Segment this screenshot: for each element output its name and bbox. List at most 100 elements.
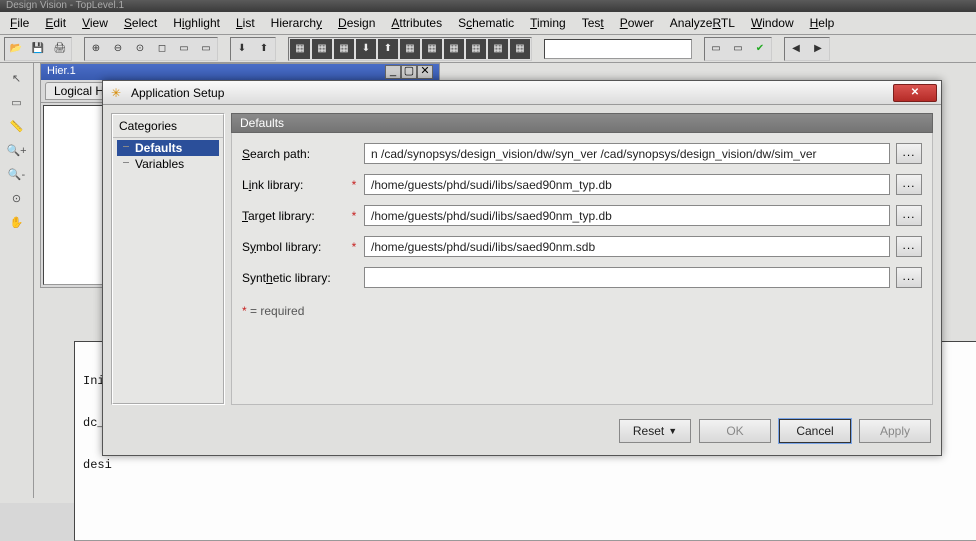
menu-analyzertl[interactable]: AnalyzeRTL xyxy=(664,14,741,32)
menu-design[interactable]: Design xyxy=(332,14,381,32)
cancel-button[interactable]: Cancel xyxy=(779,419,851,443)
warning-icon: ✳ xyxy=(111,86,125,100)
menu-bar: File Edit View Select Highlight List Hie… xyxy=(0,12,976,35)
hier-close-icon[interactable]: ✕ xyxy=(417,65,433,79)
menu-window[interactable]: Window xyxy=(745,14,800,32)
categories-panel: Categories Defaults Variables xyxy=(111,113,225,405)
row-target-library: Target library: * ... xyxy=(242,205,922,226)
fit-icon[interactable]: ⊙ xyxy=(6,187,28,209)
menu-edit[interactable]: Edit xyxy=(39,14,72,32)
synthetic-library-input[interactable] xyxy=(364,267,890,288)
select-icon[interactable]: ▭ xyxy=(6,91,28,113)
dialog-title-bar[interactable]: ✳ Application Setup ✕ xyxy=(103,81,941,105)
dark-i-icon[interactable]: ▦ xyxy=(466,39,486,59)
zoom-icon[interactable]: 🔍+ xyxy=(6,139,28,161)
log-line: desi xyxy=(83,458,976,472)
row-symbol-library: Symbol library: * ... xyxy=(242,236,922,257)
section-body: Search path: ... Link library: * ... Tar… xyxy=(231,133,933,405)
dark-c-icon[interactable]: ▦ xyxy=(334,39,354,59)
target-library-input[interactable] xyxy=(364,205,890,226)
browse-button[interactable]: ... xyxy=(896,267,922,288)
menu-select[interactable]: Select xyxy=(118,14,163,32)
label-link-library: Link library: xyxy=(242,178,344,192)
open-icon[interactable]: 📂 xyxy=(6,39,26,59)
hier-min-icon[interactable]: _ xyxy=(385,65,401,79)
dark-e-icon[interactable]: ⬆ xyxy=(378,39,398,59)
label-search-path: Search path: xyxy=(242,147,344,161)
application-setup-dialog: ✳ Application Setup ✕ Categories Default… xyxy=(102,80,942,456)
browse-button[interactable]: ... xyxy=(896,205,922,226)
hier-title-bar[interactable]: Hier.1 _ ▢ ✕ xyxy=(41,64,439,80)
dialog-main: Defaults Search path: ... Link library: … xyxy=(231,113,933,405)
hier-max-icon[interactable]: ▢ xyxy=(401,65,417,79)
menu-list[interactable]: List xyxy=(230,14,261,32)
required-note: * = required xyxy=(242,304,922,318)
tool-a-icon[interactable]: ▭ xyxy=(174,39,194,59)
pointer-icon[interactable]: ↖ xyxy=(6,67,28,89)
toolbar-combo[interactable] xyxy=(544,39,692,59)
dark-h-icon[interactable]: ▦ xyxy=(444,39,464,59)
win-a-icon[interactable]: ▭ xyxy=(706,39,726,59)
dialog-title: Application Setup xyxy=(131,86,224,100)
zoom-sel-icon[interactable]: ◻ xyxy=(152,39,172,59)
zoomout-icon[interactable]: 🔍- xyxy=(6,163,28,185)
category-defaults[interactable]: Defaults xyxy=(117,140,219,156)
label-target-library: Target library: xyxy=(242,209,344,223)
menu-file[interactable]: File xyxy=(4,14,35,32)
label-synthetic-library: Synthetic library: xyxy=(242,271,344,285)
win-b-icon[interactable]: ▭ xyxy=(728,39,748,59)
menu-schematic[interactable]: Schematic xyxy=(452,14,520,32)
ok-button[interactable]: OK xyxy=(699,419,771,443)
browse-button[interactable]: ... xyxy=(896,236,922,257)
reset-button[interactable]: Reset ▼ xyxy=(619,419,691,443)
link-library-input[interactable] xyxy=(364,174,890,195)
menu-timing[interactable]: Timing xyxy=(524,14,572,32)
menu-power[interactable]: Power xyxy=(614,14,660,32)
menu-test[interactable]: Test xyxy=(576,14,610,32)
print-icon[interactable]: 🖨 xyxy=(50,39,70,59)
dark-d-icon[interactable]: ⬇ xyxy=(356,39,376,59)
nav-back-icon[interactable]: ◀ xyxy=(786,39,806,59)
menu-highlight[interactable]: Highlight xyxy=(167,14,226,32)
menu-attributes[interactable]: Attributes xyxy=(385,14,448,32)
main-title: Design Vision - TopLevel.1 xyxy=(6,0,124,11)
menu-hierarchy[interactable]: Hierarchy xyxy=(265,14,328,32)
dialog-footer: Reset ▼ OK Cancel Apply xyxy=(103,413,941,451)
row-synthetic-library: Synthetic library: ... xyxy=(242,267,922,288)
dark-j-icon[interactable]: ▦ xyxy=(488,39,508,59)
symbol-library-input[interactable] xyxy=(364,236,890,257)
row-search-path: Search path: ... xyxy=(242,143,922,164)
up-icon[interactable]: ⬆ xyxy=(254,39,274,59)
dark-g-icon[interactable]: ▦ xyxy=(422,39,442,59)
dark-b-icon[interactable]: ▦ xyxy=(312,39,332,59)
dark-f-icon[interactable]: ▦ xyxy=(400,39,420,59)
menu-view[interactable]: View xyxy=(76,14,114,32)
tool-b-icon[interactable]: ▭ xyxy=(196,39,216,59)
dark-a-icon[interactable]: ▦ xyxy=(290,39,310,59)
win-c-icon[interactable]: ✔ xyxy=(750,39,770,59)
save-icon[interactable]: 💾 xyxy=(28,39,48,59)
down-icon[interactable]: ⬇ xyxy=(232,39,252,59)
section-header: Defaults xyxy=(231,113,933,133)
browse-button[interactable]: ... xyxy=(896,174,922,195)
categories-list: Defaults Variables xyxy=(113,138,223,174)
menu-help[interactable]: Help xyxy=(804,14,841,32)
ruler-icon[interactable]: 📏 xyxy=(6,115,28,137)
category-variables[interactable]: Variables xyxy=(117,156,219,172)
chevron-down-icon: ▼ xyxy=(668,426,677,436)
search-path-input[interactable] xyxy=(364,143,890,164)
browse-button[interactable]: ... xyxy=(896,143,922,164)
apply-button[interactable]: Apply xyxy=(859,419,931,443)
zoom-out-icon[interactable]: ⊖ xyxy=(108,39,128,59)
main-title-bar: Design Vision - TopLevel.1 xyxy=(0,0,976,12)
nav-fwd-icon[interactable]: ▶ xyxy=(808,39,828,59)
dark-k-icon[interactable]: ▦ xyxy=(510,39,530,59)
label-symbol-library: Symbol library: xyxy=(242,240,344,254)
hier-title: Hier.1 xyxy=(47,65,76,79)
close-icon[interactable]: ✕ xyxy=(893,84,937,102)
categories-header: Categories xyxy=(113,115,223,138)
zoom-fit-icon[interactable]: ⊙ xyxy=(130,39,150,59)
pan-icon[interactable]: ✋ xyxy=(6,211,28,233)
required-marker: * xyxy=(350,209,358,223)
zoom-in-icon[interactable]: ⊕ xyxy=(86,39,106,59)
